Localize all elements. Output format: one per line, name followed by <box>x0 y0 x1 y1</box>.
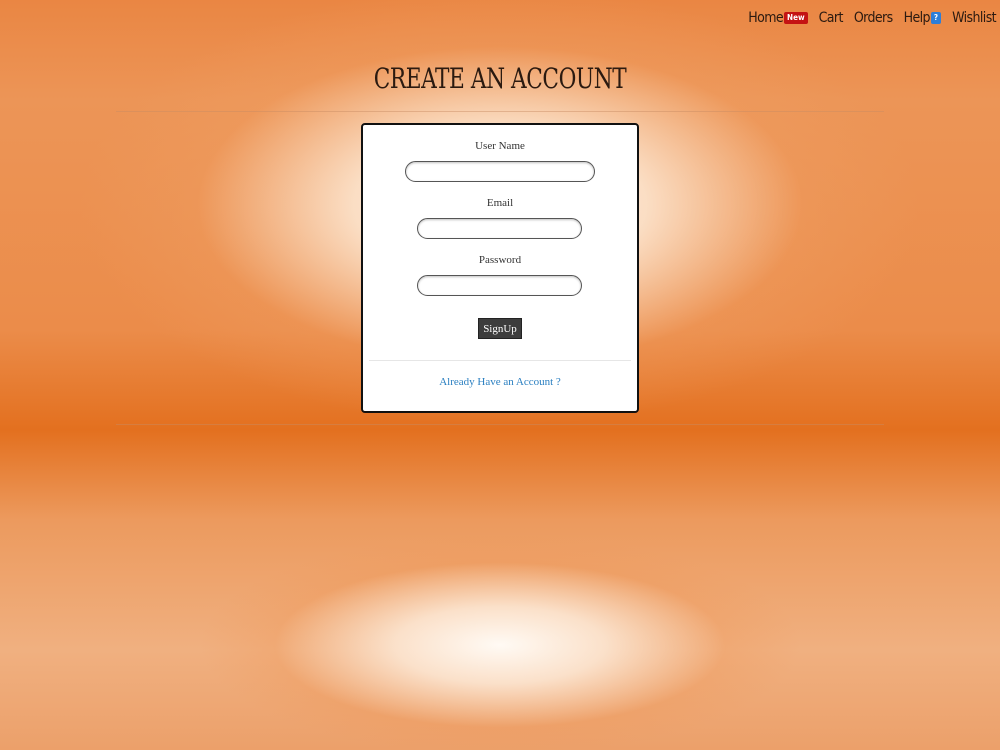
nav-wishlist-label: Wishlist <box>952 10 997 26</box>
nav-cart-label: Cart <box>818 10 844 26</box>
password-input[interactable] <box>417 275 582 296</box>
password-label: Password <box>478 254 522 266</box>
help-badge-icon: ? <box>930 12 942 24</box>
bottom-divider <box>116 424 884 425</box>
username-input[interactable] <box>405 161 595 182</box>
nav-help-link[interactable]: Help ? <box>904 10 942 26</box>
signup-form-card: User Name Email Password SignUp Already … <box>361 123 639 413</box>
login-link[interactable]: Already Have an Account ? <box>363 376 637 388</box>
top-nav: Home New Cart Orders Help ? Wishlist <box>748 10 996 26</box>
new-badge: New <box>784 12 808 24</box>
title-divider <box>116 111 884 112</box>
nav-help-label: Help <box>903 10 931 26</box>
nav-home-label: Home <box>748 10 784 26</box>
nav-home-link[interactable]: Home New <box>748 10 808 26</box>
nav-orders-label: Orders <box>853 10 893 26</box>
signup-button[interactable]: SignUp <box>478 318 522 339</box>
nav-wishlist-link[interactable]: Wishlist <box>952 10 997 26</box>
card-divider <box>369 360 631 361</box>
email-label: Email <box>486 197 514 209</box>
username-label: User Name <box>475 140 525 152</box>
email-input[interactable] <box>417 218 582 239</box>
nav-cart-link[interactable]: Cart <box>818 10 844 26</box>
nav-orders-link[interactable]: Orders <box>854 10 893 26</box>
page-title: CREATE AN ACCOUNT <box>373 62 627 95</box>
